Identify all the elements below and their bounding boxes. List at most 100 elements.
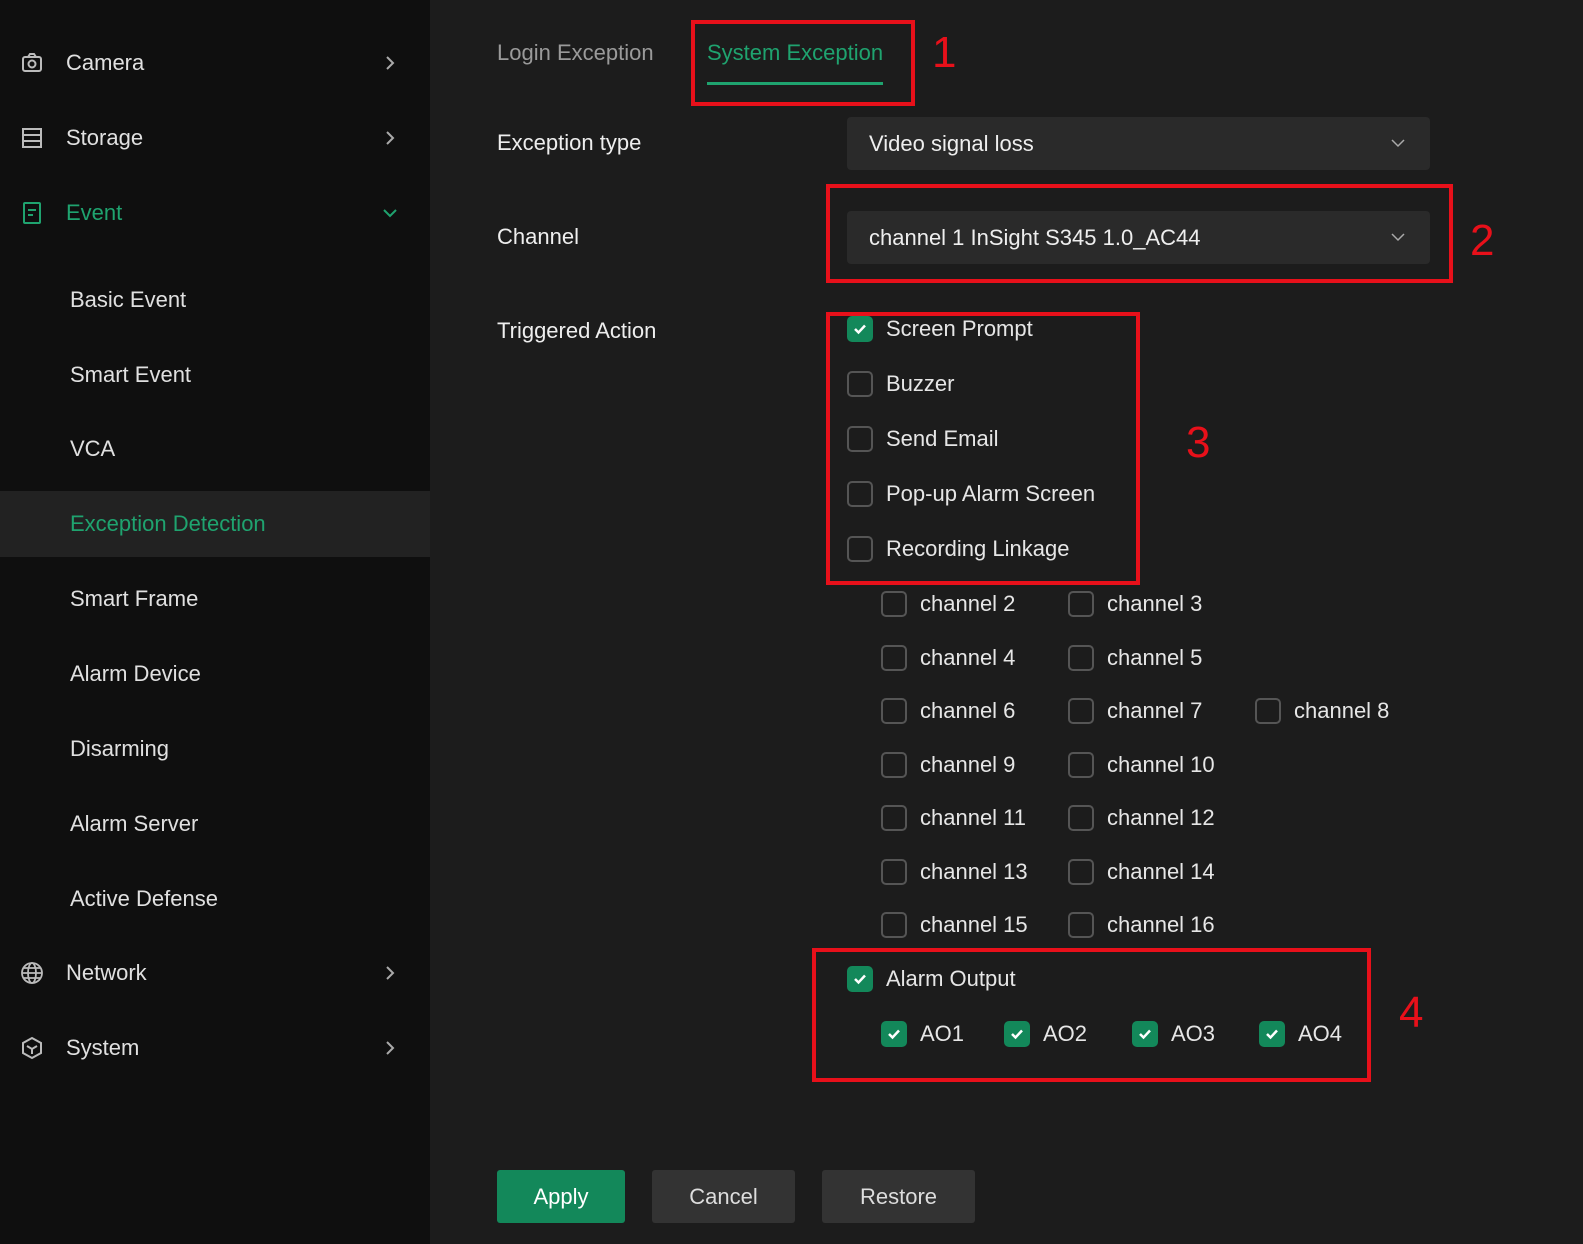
chevron-right-icon xyxy=(386,966,395,980)
checkbox[interactable] xyxy=(1255,698,1281,724)
sidebar-item-label: Basic Event xyxy=(70,287,187,312)
globe-icon xyxy=(21,962,43,984)
nav-storage[interactable]: Storage xyxy=(0,105,430,171)
checkbox-label: channel 5 xyxy=(1107,644,1203,670)
sidebar-item-disarming[interactable]: Disarming xyxy=(0,716,430,782)
annotation-box-4 xyxy=(812,948,1371,1082)
chevron-right-icon xyxy=(386,131,395,145)
channel-checkbox-12[interactable]: channel 12 xyxy=(1068,805,1215,831)
channel-checkbox-11[interactable]: channel 11 xyxy=(881,805,1026,831)
event-icon xyxy=(23,202,41,224)
annotation-number-2: 2 xyxy=(1470,216,1495,265)
checkbox[interactable] xyxy=(1068,644,1094,671)
sidebar-item-vca[interactable]: VCA xyxy=(0,416,430,482)
camera-icon xyxy=(22,53,42,72)
nav-camera[interactable]: Camera xyxy=(0,30,430,96)
channel-checkbox-14[interactable]: channel 14 xyxy=(1068,858,1215,885)
sidebar-item-alarm-device[interactable]: Alarm Device xyxy=(0,641,430,707)
sidebar-item-active-defense[interactable]: Active Defense xyxy=(0,866,430,932)
channel-checkbox-5[interactable]: channel 5 xyxy=(1068,644,1203,671)
checkbox[interactable] xyxy=(881,912,907,938)
checkbox-label: channel 16 xyxy=(1107,912,1215,937)
sidebar: Camera Storage Event Basic Event Smart E… xyxy=(0,0,430,1244)
checkbox-label: channel 9 xyxy=(920,751,1016,777)
nav-system[interactable]: System xyxy=(0,1015,430,1081)
sidebar-item-exception-detection[interactable]: Exception Detection xyxy=(0,491,430,557)
checkbox-label: channel 6 xyxy=(920,698,1016,723)
exception-type-select[interactable]: Video signal loss xyxy=(847,117,1430,170)
channel-checkbox-10[interactable]: channel 10 xyxy=(1068,751,1215,778)
checkbox-label: channel 4 xyxy=(920,644,1016,670)
annotation-number-4: 4 xyxy=(1399,988,1424,1037)
annotation-box-1 xyxy=(691,20,915,106)
channel-checkbox-13[interactable]: channel 13 xyxy=(881,858,1028,885)
checkbox[interactable] xyxy=(1068,912,1094,938)
sidebar-item-label: Exception Detection xyxy=(70,511,266,536)
channel-checkbox-16[interactable]: channel 16 xyxy=(1068,912,1215,938)
nav-event[interactable]: Event xyxy=(0,180,430,246)
channel-checkbox-2[interactable]: channel 2 xyxy=(881,591,1015,617)
checkbox-label: channel 12 xyxy=(1107,805,1215,830)
sidebar-item-label: Alarm Server xyxy=(70,811,199,836)
checkbox[interactable] xyxy=(881,591,907,617)
checkbox-label: channel 10 xyxy=(1107,751,1215,777)
sidebar-item-basic-event[interactable]: Basic Event xyxy=(0,267,430,333)
sidebar-item-alarm-server[interactable]: Alarm Server xyxy=(0,791,430,857)
checkbox[interactable] xyxy=(1068,858,1094,885)
cancel-button[interactable]: Cancel xyxy=(652,1170,795,1223)
nav-label: Event xyxy=(66,200,123,225)
exception-type-value: Video signal loss xyxy=(869,130,1034,156)
sidebar-item-smart-frame[interactable]: Smart Frame xyxy=(0,566,430,632)
checkbox-label: channel 15 xyxy=(920,912,1028,937)
annotation-number-3: 3 xyxy=(1186,418,1211,467)
chevron-right-icon xyxy=(386,56,395,70)
checkbox[interactable] xyxy=(881,644,907,671)
channel-checkbox-8[interactable]: channel 8 xyxy=(1255,698,1389,724)
storage-icon xyxy=(22,128,42,148)
apply-button[interactable]: Apply xyxy=(497,1170,625,1223)
channel-checkbox-3[interactable]: channel 3 xyxy=(1068,591,1202,617)
checkbox[interactable] xyxy=(881,751,907,778)
channel-checkbox-7[interactable]: channel 7 xyxy=(1068,698,1202,724)
checkbox-label: channel 7 xyxy=(1107,698,1203,723)
channel-label: Channel xyxy=(497,224,579,249)
annotation-box-2 xyxy=(826,184,1453,283)
checkbox-label: channel 13 xyxy=(920,858,1028,884)
nav-label: System xyxy=(66,1035,140,1060)
nav-network[interactable]: Network xyxy=(0,940,430,1006)
channel-checkbox-6[interactable]: channel 6 xyxy=(881,698,1015,724)
checkbox[interactable] xyxy=(881,858,907,885)
checkbox-label: channel 8 xyxy=(1294,698,1390,723)
checkbox-label: channel 14 xyxy=(1107,858,1215,884)
tab-login-exception[interactable]: Login Exception xyxy=(497,40,654,66)
checkbox[interactable] xyxy=(881,805,907,831)
checkbox[interactable] xyxy=(881,698,907,724)
sidebar-item-label: Disarming xyxy=(70,736,170,761)
sidebar-item-label: VCA xyxy=(70,436,116,461)
channel-checkbox-4[interactable]: channel 4 xyxy=(881,644,1016,671)
checkbox-label: channel 3 xyxy=(1107,591,1203,616)
checkbox[interactable] xyxy=(1068,805,1094,831)
sidebar-item-smart-event[interactable]: Smart Event xyxy=(0,342,430,408)
checkbox-label: channel 2 xyxy=(920,591,1016,616)
chevron-right-icon xyxy=(386,1041,395,1055)
checkbox[interactable] xyxy=(1068,751,1094,778)
sidebar-item-label: Alarm Device xyxy=(70,661,201,686)
annotation-number-1: 1 xyxy=(932,28,957,77)
sidebar-item-label: Smart Event xyxy=(70,362,192,387)
annotation-box-3 xyxy=(826,312,1140,585)
restore-button[interactable]: Restore xyxy=(822,1170,975,1223)
channel-checkbox-15[interactable]: channel 15 xyxy=(881,912,1028,938)
checkbox[interactable] xyxy=(1068,698,1094,724)
sidebar-item-label: Smart Frame xyxy=(70,586,199,611)
nav-label: Camera xyxy=(66,50,145,75)
system-cube-icon xyxy=(22,1036,42,1060)
checkbox-label: channel 11 xyxy=(920,805,1027,830)
exception-type-label: Exception type xyxy=(497,130,642,155)
nav-label: Network xyxy=(66,960,147,985)
sidebar-item-label: Active Defense xyxy=(70,886,218,911)
chevron-down-icon xyxy=(383,209,397,218)
chevron-down-icon xyxy=(1391,139,1405,148)
channel-checkbox-9[interactable]: channel 9 xyxy=(881,751,1016,778)
checkbox[interactable] xyxy=(1068,591,1094,617)
